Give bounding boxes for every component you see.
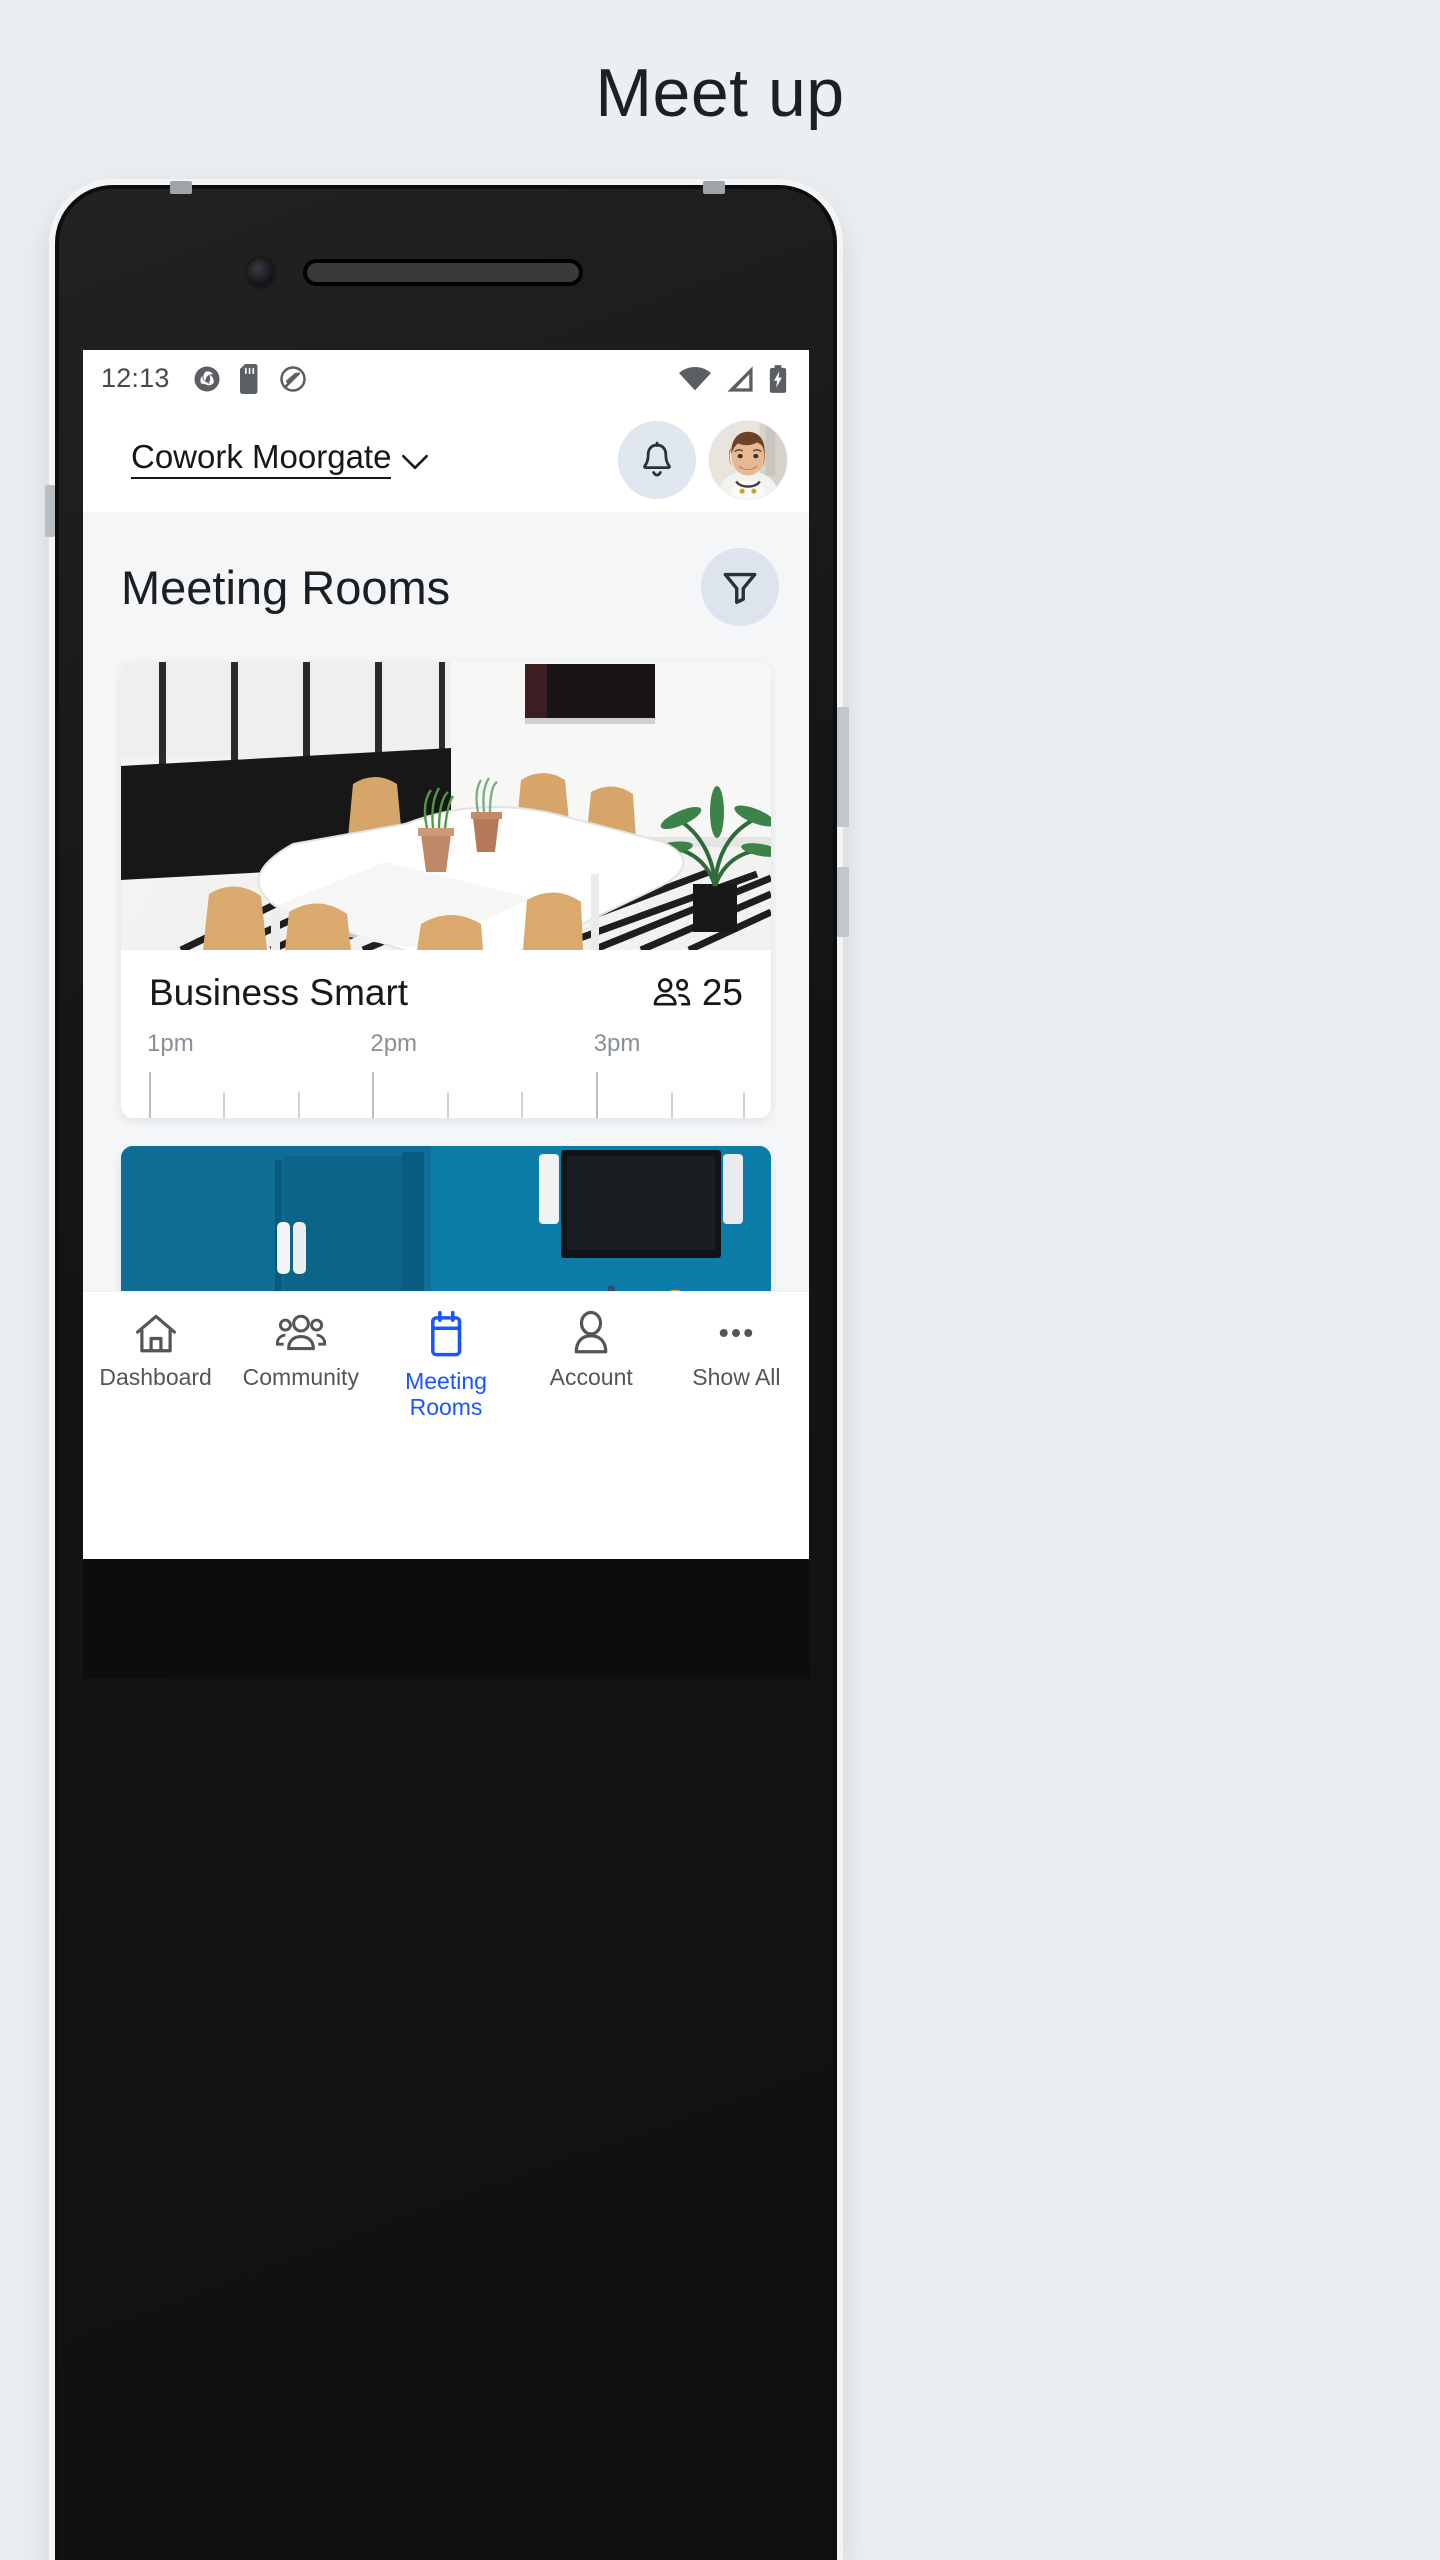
app-header: Cowork Moorgate [83, 407, 809, 512]
room-name: Business Smart [149, 972, 409, 1013]
page-heading: Meeting Rooms [121, 560, 451, 614]
nav-label-show-all: Show All [692, 1364, 781, 1390]
battery-charging-icon [769, 364, 787, 393]
notifications-button[interactable] [618, 420, 696, 499]
chevron-down-icon [402, 455, 429, 470]
page-title: Meet up [595, 54, 845, 131]
room-photo-business-smart [121, 662, 771, 950]
signal-icon [727, 365, 753, 392]
device-top-button-right [703, 181, 725, 194]
timeline-hour-label: 1pm [147, 1030, 194, 1057]
nav-label-dashboard: Dashboard [99, 1364, 212, 1390]
timeline-minor-tick [298, 1092, 301, 1118]
people-group-icon [275, 1314, 326, 1351]
home-icon [135, 1314, 176, 1353]
timeline-hour-label: 2pm [370, 1030, 418, 1057]
device-bottom-chin [83, 1559, 809, 1679]
bottom-navigation: Dashboard Community Meeting Rooms Accoun… [83, 1291, 809, 1455]
timeline-major-tick [372, 1072, 375, 1118]
status-bar-clock: 12:13 [101, 363, 170, 393]
timeline-major-tick [149, 1072, 151, 1118]
main-content: Meeting Rooms Business Smart 25 1pm 2pm … [83, 512, 809, 1455]
nav-item-show-all[interactable]: Show All [664, 1310, 809, 1391]
earpiece-speaker [307, 263, 579, 282]
person-icon [574, 1310, 608, 1354]
timeline-minor-tick [670, 1092, 673, 1118]
room-availability-timeline[interactable]: 1pm 2pm 3pm [147, 1030, 745, 1118]
device-top-button-left [170, 181, 192, 194]
device-power-button [837, 867, 849, 937]
section-header: Meeting Rooms [83, 512, 809, 662]
nav-label-meeting-rooms: Meeting Rooms [405, 1368, 487, 1420]
filter-button[interactable] [701, 548, 779, 626]
nav-item-community[interactable]: Community [228, 1310, 373, 1391]
device-volume-button [837, 707, 849, 827]
room-capacity-value: 25 [701, 972, 743, 1013]
device-left-button [45, 485, 55, 537]
wifi-icon [679, 366, 711, 390]
timeline-minor-tick [223, 1092, 226, 1118]
phone-device: 12:13 Cowork Moorgate Meeting Rooms Busi… [45, 181, 849, 2560]
timeline-minor-tick [743, 1092, 745, 1118]
phone-screen: 12:13 Cowork Moorgate Meeting Rooms Busi… [83, 350, 809, 1559]
sd-card-icon [239, 363, 258, 394]
people-icon [653, 978, 691, 1006]
front-camera-icon [247, 259, 274, 286]
filter-funnel-icon [723, 572, 757, 604]
status-bar: 12:13 [83, 350, 809, 407]
nav-item-meeting-rooms[interactable]: Meeting Rooms [373, 1310, 518, 1421]
room-card[interactable]: Business Smart 25 1pm 2pm 3pm [121, 662, 771, 1118]
status-bar-notification-icons [192, 363, 308, 394]
nav-label-community: Community [242, 1364, 359, 1390]
avatar[interactable] [709, 420, 787, 499]
timeline-minor-tick [521, 1092, 524, 1118]
calendar-icon [431, 1310, 462, 1357]
room-card-header-row: Business Smart 25 [149, 972, 743, 1014]
nav-item-account[interactable]: Account [519, 1310, 664, 1391]
avatar-photo [709, 420, 787, 499]
room-card-body: Business Smart 25 1pm 2pm 3pm [121, 950, 771, 1118]
bell-icon [643, 441, 671, 476]
timeline-minor-tick [447, 1092, 450, 1118]
sync-icon [194, 366, 220, 391]
venue-selector[interactable]: Cowork Moorgate [131, 440, 429, 479]
timeline-major-tick [595, 1072, 598, 1118]
timeline-labels: 1pm 2pm 3pm [147, 1030, 743, 1064]
nav-item-dashboard[interactable]: Dashboard [83, 1310, 228, 1391]
nav-label-account: Account [549, 1364, 633, 1390]
no-notification-icon [279, 365, 306, 392]
timeline-ticks [149, 1064, 745, 1118]
venue-name-label: Cowork Moorgate [131, 440, 392, 479]
room-capacity: 25 [651, 972, 743, 1014]
ellipsis-icon [720, 1329, 753, 1337]
status-bar-system-icons [679, 364, 787, 393]
timeline-hour-label: 3pm [593, 1030, 641, 1057]
